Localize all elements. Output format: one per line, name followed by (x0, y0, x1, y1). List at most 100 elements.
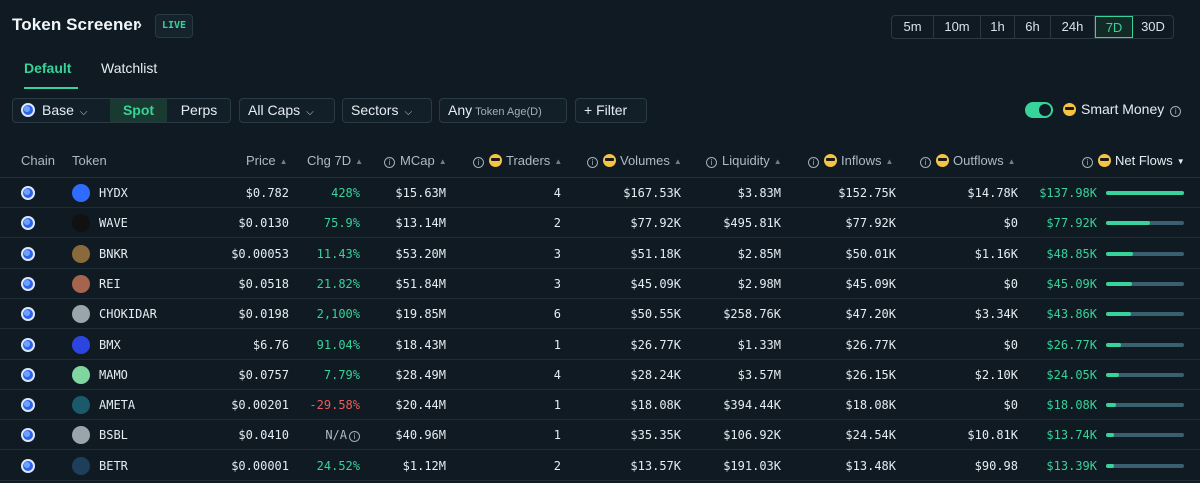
table-row[interactable]: MAMO $0.0757 7.79% $28.49M 4 $28.24K $3.57M $26… (0, 360, 1200, 390)
token-icon (72, 426, 90, 445)
cell-traders: 2 (554, 216, 561, 230)
cell-netflows: $137.98K (1039, 186, 1097, 200)
timeframe-24h[interactable]: 24h (1051, 16, 1095, 38)
token-icon (72, 274, 90, 293)
cell-outflows-value: $0 (1003, 216, 1018, 231)
table-row[interactable]: BETR $0.00001 24.52% $1.12M 2 $13.57K $191.03K… (0, 451, 1200, 481)
table-row[interactable]: HYDX $0.782 428% $15.63M 4 $167.53K $3.83M $152… (0, 178, 1200, 208)
cell-chg: 24.52% (317, 459, 360, 473)
tab-default[interactable]: Default (24, 60, 71, 76)
cell-liquidity-value: $2.98M (737, 276, 781, 291)
token-icon (72, 456, 90, 475)
token-name[interactable]: BETR (99, 459, 128, 473)
chevron-right-icon[interactable]: › (137, 16, 142, 33)
timeframe-7d[interactable]: 7D (1095, 16, 1133, 38)
cell-mcap-value: $53.20M (395, 246, 446, 261)
chain-dot (21, 398, 35, 413)
token-age-filter[interactable]: Any Token Age(D) (439, 98, 567, 123)
table-row[interactable]: BNKR $0.00053 11.43% $53.20M 3 $51.18K $2.85M $… (0, 239, 1200, 269)
chain-select-label: Base (42, 102, 74, 118)
col-outflows[interactable]: i Outflows ▲ (920, 153, 1016, 168)
table-row[interactable]: CHOKIDAR $0.0198 2,100% $19.85M 6 $50.55K $258… (0, 299, 1200, 330)
cell-mcap: $18.43M (395, 338, 446, 352)
token-name[interactable]: BMX (99, 338, 121, 352)
info-icon[interactable]: i (587, 157, 598, 168)
cell-volumes: $35.35K (630, 428, 681, 442)
cell-volumes-value: $50.55K (630, 307, 681, 322)
info-icon[interactable]: i (920, 157, 931, 168)
add-filter-button[interactable]: + Filter (575, 98, 647, 123)
token-icon (72, 335, 90, 354)
token-icon (72, 244, 90, 263)
cell-traders-value: 4 (553, 186, 561, 200)
col-chain: Chain (21, 153, 55, 168)
col-traders[interactable]: i Traders ▲ (473, 153, 562, 168)
timeframe-30d[interactable]: 30D (1133, 16, 1173, 38)
info-icon[interactable]: i (384, 157, 395, 168)
cell-chg: N/A i (325, 428, 360, 443)
info-icon[interactable]: i (808, 157, 819, 168)
cell-netflows: $13.74K (1046, 428, 1097, 442)
cell-mcap: $53.20M (395, 247, 446, 261)
token-name[interactable]: HYDX (99, 186, 128, 200)
col-mcap[interactable]: i MCap ▲ (384, 153, 447, 168)
token-name[interactable]: CHOKIDAR (99, 307, 157, 321)
perps-toggle[interactable]: Perps (167, 99, 230, 122)
col-inflows[interactable]: i Inflows ▲ (808, 153, 893, 168)
token-name[interactable]: WAVE (99, 216, 128, 230)
timeframe-5m[interactable]: 5m (892, 16, 934, 38)
smart-money-icon (824, 154, 837, 167)
chain-select[interactable]: Base ⌵ (13, 99, 108, 122)
netflow-bar-fill (1106, 372, 1120, 377)
token-name[interactable]: BSBL (99, 428, 128, 442)
cell-traders-value: 2 (553, 458, 561, 473)
table-row[interactable]: BMX $6.76 91.04% $18.43M 1 $26.77K $1.33M $26.7… (0, 330, 1200, 360)
info-icon[interactable]: i (706, 157, 717, 168)
netflow-bar-fill (1106, 342, 1121, 347)
col-price[interactable]: Price ▲︎ (246, 153, 288, 168)
info-icon[interactable]: i (473, 157, 484, 168)
cell-mcap: $40.96M (395, 428, 446, 442)
token-name[interactable]: BNKR (99, 247, 128, 261)
token-name[interactable]: MAMO (99, 368, 128, 382)
cell-price-value: $0.0518 (238, 276, 289, 291)
token-name[interactable]: REI (99, 277, 121, 291)
token-name[interactable]: AMETA (99, 398, 135, 412)
timeframe-10m[interactable]: 10m (934, 16, 981, 38)
cell-mcap: $13.14M (395, 216, 446, 230)
cell-outflows-value: $10.81K (967, 428, 1018, 443)
cell-price-value: $0.0130 (238, 216, 289, 231)
info-icon[interactable]: i (349, 431, 360, 443)
netflow-bar-fill (1106, 433, 1114, 438)
cell-volumes: $167.53K (623, 186, 681, 200)
netflow-bar-fill (1106, 221, 1150, 226)
cell-mcap-value: $19.85M (395, 307, 446, 322)
tab-watchlist[interactable]: Watchlist (101, 60, 157, 76)
col-volumes[interactable]: i Volumes ▲ (587, 153, 682, 168)
cell-inflows-value: $47.20K (845, 307, 896, 322)
cell-mcap: $51.84M (395, 277, 446, 291)
sectors-dropdown-label: Sectors (351, 102, 399, 118)
smart-money-label: Smart Money (1081, 101, 1165, 117)
smart-money-toggle[interactable] (1025, 102, 1053, 118)
timeframe-6h[interactable]: 6h (1015, 16, 1051, 38)
table-row[interactable]: WAVE $0.0130 75.9% $13.14M 2 $77.92K $495.81K $… (0, 208, 1200, 239)
cell-chg-value: 7.79% (323, 367, 360, 382)
timeframe-1h[interactable]: 1h (981, 16, 1015, 38)
info-icon[interactable]: i (1170, 106, 1182, 117)
cell-traders-value: 4 (553, 367, 561, 382)
sectors-dropdown[interactable]: Sectors ⌵ (342, 98, 432, 123)
col-token: Token (72, 153, 107, 168)
spot-toggle[interactable]: Spot (110, 99, 167, 122)
col-netflows[interactable]: i Net Flows ▼ (1082, 153, 1185, 168)
cell-mcap-value: $51.84M (395, 276, 446, 291)
cell-netflows: $26.77K (1046, 338, 1097, 352)
info-icon[interactable]: i (1082, 157, 1093, 168)
col-chg[interactable]: Chg 7D ▲ (307, 153, 363, 168)
table-row[interactable]: BSBL $0.0410 N/A i $40.96M 1 $35.35K $106.92K $2… (0, 420, 1200, 451)
table-row[interactable]: AMETA $0.00201 -29.58% $20.44M 1 $18.08K $394.… (0, 390, 1200, 421)
col-liquidity[interactable]: i Liquidity ▲ (706, 153, 782, 168)
caps-dropdown[interactable]: All Caps ⌵ (239, 98, 335, 123)
cell-price-value: $0.0757 (238, 367, 289, 382)
table-row[interactable]: REI $0.0518 21.82% $51.84M 3 $45.09K $2.98M $45… (0, 269, 1200, 299)
